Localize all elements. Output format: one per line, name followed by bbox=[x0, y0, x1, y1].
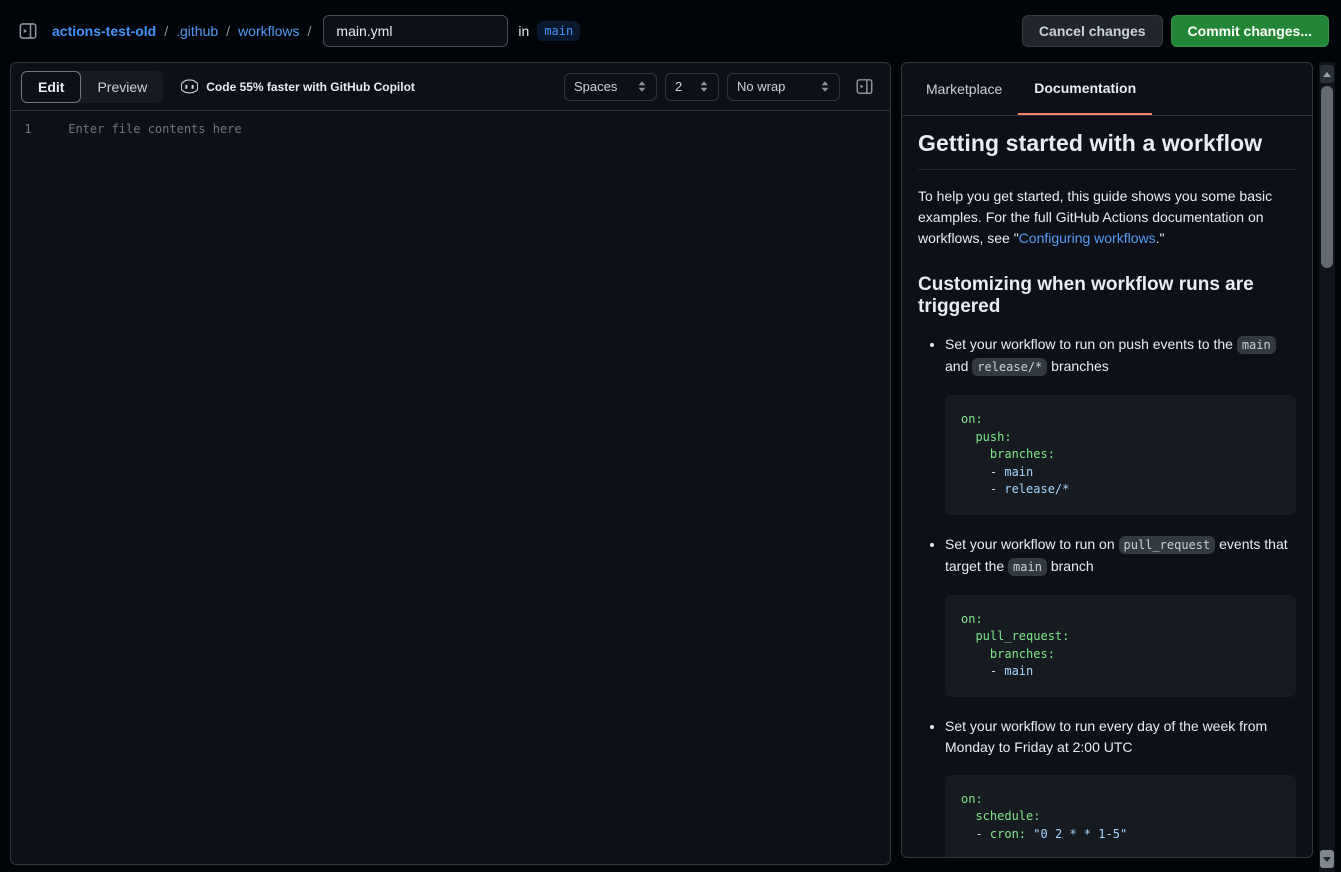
panel-expand-icon bbox=[856, 78, 873, 95]
filename-input[interactable] bbox=[323, 15, 508, 47]
scroll-down-button[interactable] bbox=[1320, 850, 1334, 868]
docs-example-list: Set your workflow to run on push events … bbox=[918, 334, 1296, 858]
wrap-mode-value: No wrap bbox=[737, 79, 785, 94]
in-label: in bbox=[518, 23, 529, 39]
list-item: Set your workflow to run on pull_request… bbox=[945, 534, 1296, 697]
indent-mode-value: Spaces bbox=[574, 79, 617, 94]
breadcrumb: actions-test-old / .github / workflows /… bbox=[52, 15, 580, 47]
docs-title: Getting started with a workflow bbox=[918, 130, 1296, 170]
up-down-arrows-icon bbox=[699, 80, 709, 93]
bullet-text: Set your workflow to run on push events … bbox=[945, 334, 1296, 378]
docs-intro-paragraph: To help you get started, this guide show… bbox=[918, 186, 1296, 249]
docs-tabs: Marketplace Documentation bbox=[902, 63, 1312, 116]
triangle-down-icon bbox=[1323, 857, 1331, 862]
tab-marketplace[interactable]: Marketplace bbox=[910, 63, 1018, 115]
branch-badge: main bbox=[537, 21, 580, 41]
sidebar-panel-icon bbox=[19, 22, 37, 40]
edit-preview-tabs: Edit Preview bbox=[21, 71, 163, 103]
indent-mode-select[interactable]: Spaces bbox=[564, 73, 657, 101]
inline-code: release/* bbox=[972, 358, 1047, 376]
up-down-arrows-icon bbox=[820, 80, 830, 93]
breadcrumb-separator: / bbox=[308, 23, 312, 39]
collapse-file-tree-button[interactable] bbox=[12, 15, 44, 47]
breadcrumb-dir-github-link[interactable]: .github bbox=[176, 23, 218, 39]
bullet-text: Set your workflow to run every day of th… bbox=[945, 716, 1296, 758]
cancel-changes-button[interactable]: Cancel changes bbox=[1022, 15, 1163, 47]
line-number: 1 bbox=[11, 122, 45, 136]
triangle-up-icon bbox=[1323, 72, 1331, 77]
copilot-banner-label: Code 55% faster with GitHub Copilot bbox=[206, 80, 415, 94]
docs-scrollbar[interactable] bbox=[1319, 62, 1335, 872]
copilot-banner[interactable]: Code 55% faster with GitHub Copilot bbox=[181, 79, 415, 94]
up-down-arrows-icon bbox=[637, 80, 647, 93]
list-item: Set your workflow to run on push events … bbox=[945, 334, 1296, 515]
breadcrumb-repo-link[interactable]: actions-test-old bbox=[52, 23, 156, 39]
commit-changes-button[interactable]: Commit changes... bbox=[1171, 15, 1329, 47]
inline-code: pull_request bbox=[1119, 536, 1216, 554]
code-example-schedule: on: schedule: - cron: "0 2 * * 1-5" bbox=[945, 775, 1296, 859]
code-example-push: on: push: branches: - main - release/* bbox=[945, 395, 1296, 515]
wrap-mode-select[interactable]: No wrap bbox=[727, 73, 840, 101]
indent-size-value: 2 bbox=[675, 79, 682, 94]
inline-code: main bbox=[1008, 558, 1047, 576]
indent-size-select[interactable]: 2 bbox=[665, 73, 719, 101]
breadcrumb-dir-workflows-link[interactable]: workflows bbox=[238, 23, 299, 39]
list-item: Set your workflow to run every day of th… bbox=[945, 716, 1296, 859]
editor-placeholder: Enter file contents here bbox=[68, 122, 241, 136]
scroll-up-button[interactable] bbox=[1320, 65, 1334, 83]
docs-content: Getting started with a workflow To help … bbox=[902, 116, 1312, 858]
file-contents-editor[interactable]: 1 Enter file contents here bbox=[11, 111, 890, 864]
code-example-pull-request: on: pull_request: branches: - main bbox=[945, 595, 1296, 697]
collapse-help-panel-button[interactable] bbox=[848, 71, 880, 103]
scrollbar-thumb[interactable] bbox=[1321, 86, 1333, 268]
bullet-text: Set your workflow to run on pull_request… bbox=[945, 534, 1296, 578]
editor-panel: Edit Preview Code 55% faster with GitHub… bbox=[10, 62, 891, 865]
github-file-editor: actions-test-old / .github / workflows /… bbox=[0, 0, 1341, 872]
tab-edit[interactable]: Edit bbox=[21, 71, 81, 103]
copilot-icon bbox=[181, 79, 198, 94]
file-header: actions-test-old / .github / workflows /… bbox=[0, 0, 1341, 62]
inline-code: main bbox=[1237, 336, 1276, 354]
documentation-panel: Marketplace Documentation Getting starte… bbox=[901, 62, 1313, 858]
tab-documentation[interactable]: Documentation bbox=[1018, 63, 1152, 115]
configuring-workflows-link[interactable]: Configuring workflows bbox=[1019, 230, 1156, 246]
docs-section-heading: Customizing when workflow runs are trigg… bbox=[918, 274, 1296, 318]
breadcrumb-separator: / bbox=[226, 23, 230, 39]
editor-toolbar: Edit Preview Code 55% faster with GitHub… bbox=[11, 63, 890, 111]
tab-preview[interactable]: Preview bbox=[81, 71, 163, 103]
breadcrumb-separator: / bbox=[164, 23, 168, 39]
editor-settings: Spaces 2 No wrap bbox=[564, 71, 880, 103]
header-actions: Cancel changes Commit changes... bbox=[1022, 15, 1329, 47]
